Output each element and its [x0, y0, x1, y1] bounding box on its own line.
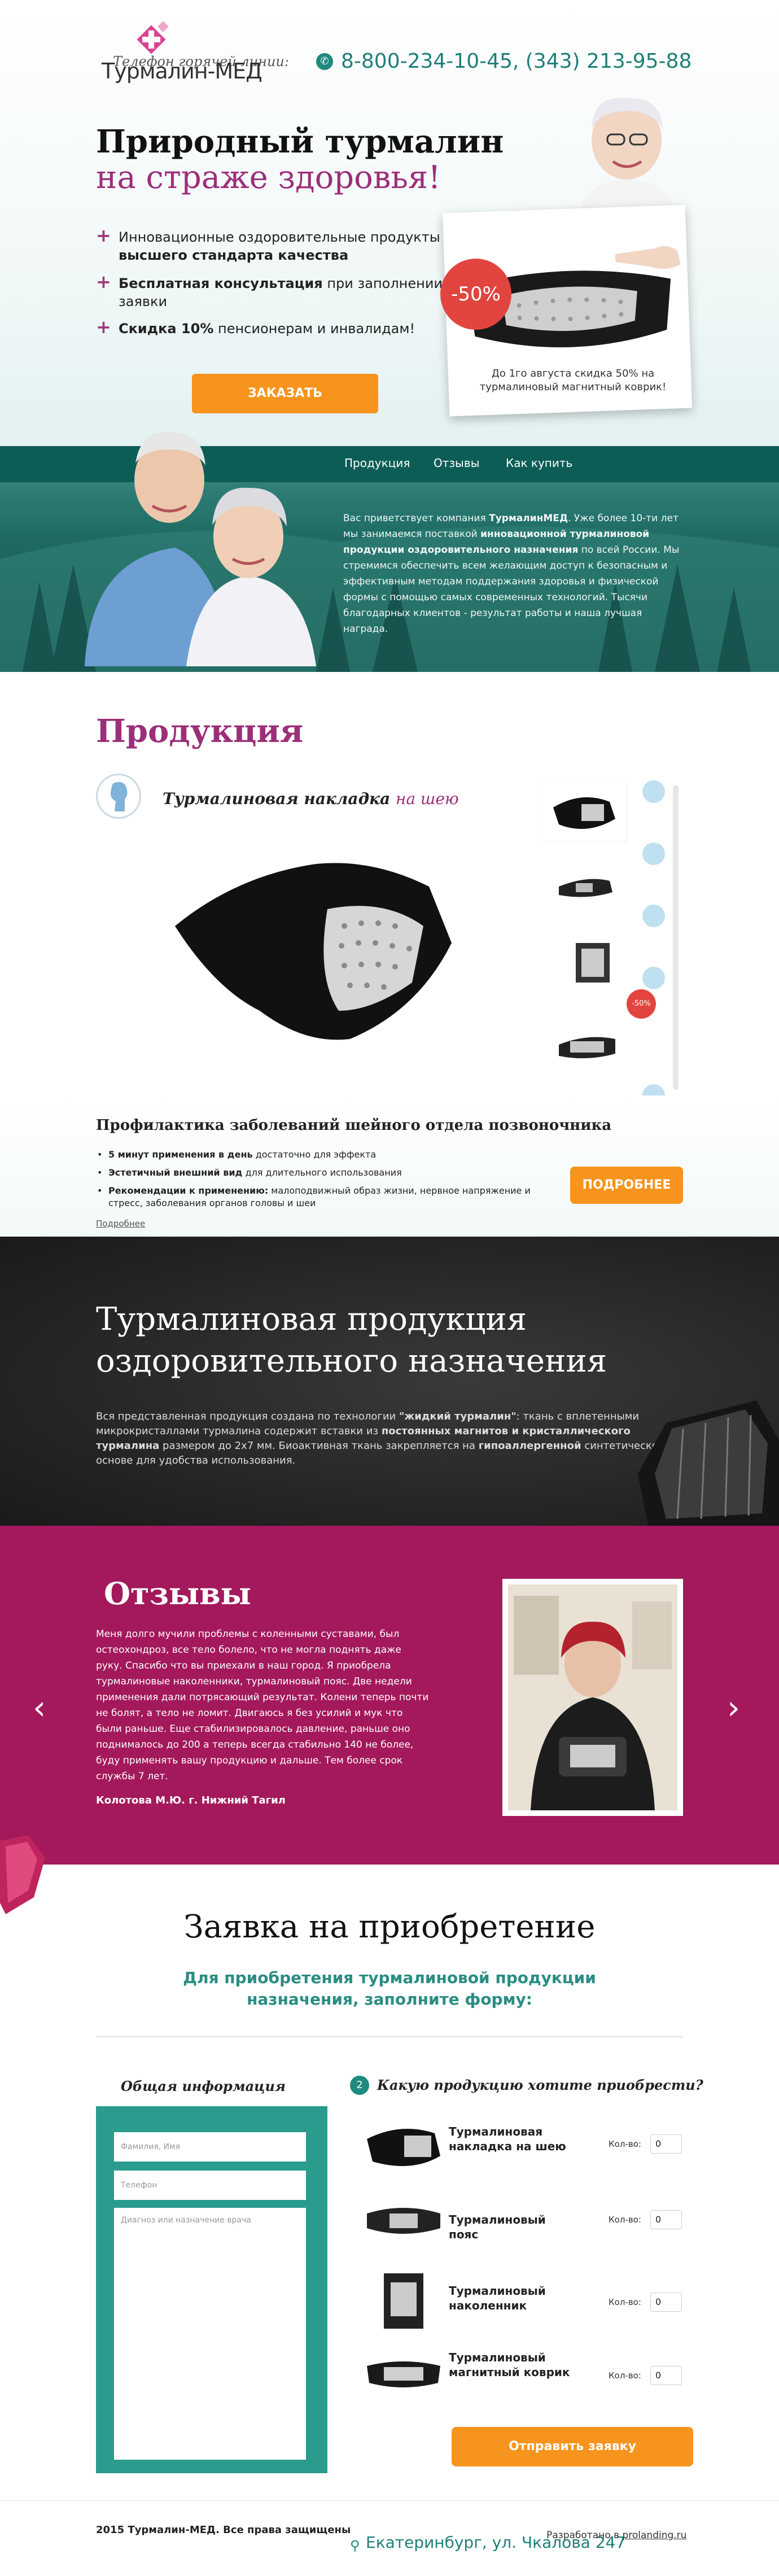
feature-item: + Инновационные оздоровительные продукты… — [96, 225, 446, 264]
knee-pad-thumb — [384, 2273, 423, 2329]
quantity-label: Кол-во: — [609, 2215, 641, 2225]
phone-icon: ✆ — [316, 53, 333, 70]
next-review-arrow[interactable]: › — [727, 1688, 740, 1727]
product-name: Турмалиновый пояс — [449, 2213, 546, 2241]
nav-item-products[interactable]: Продукция — [344, 456, 410, 470]
product-name: Турмалиновый магнитный коврик — [449, 2351, 570, 2379]
bullet-item: Эстетичный внешний вид для длительного и… — [96, 1167, 536, 1179]
neck-icon — [96, 774, 141, 819]
neck-brace-thumb — [367, 2129, 440, 2166]
discount-badge: -50% — [440, 259, 511, 330]
quantity-stepper[interactable]: 0 — [650, 2366, 682, 2385]
review-author: Колотова М.Ю. г. Нижний Тагил — [96, 1795, 286, 1806]
more-button[interactable]: ПОДРОБНЕЕ — [570, 1167, 683, 1204]
gem-decoration — [0, 1835, 45, 1914]
quantity-stepper[interactable]: 0 — [650, 2293, 682, 2312]
feature-item: + Бесплатная консультация при заполнении… — [96, 271, 446, 311]
belt-thumb — [367, 2208, 440, 2234]
general-info-heading: Общая информация — [120, 2078, 286, 2094]
product-title: Турмалиновая накладка на шею — [163, 789, 459, 808]
feature-bold: Бесплатная консультация — [119, 276, 323, 291]
logo-text[interactable]: Турмалин-МЕД — [102, 59, 262, 84]
technology-text: Вся представленная продукция создана по … — [96, 1411, 665, 1466]
product-name: Турмалиновая накладка на шею — [449, 2125, 566, 2153]
hero-title-line1: Природный турмалин — [96, 123, 504, 160]
plus-icon: + — [96, 225, 111, 246]
thumb-discount-badge: -50% — [627, 989, 656, 1019]
nav-item-reviews[interactable]: Отзывы — [434, 456, 479, 470]
quantity-label: Кол-во: — [609, 2370, 641, 2381]
thumbs-scrollbar[interactable] — [673, 785, 679, 1090]
quantity-label: Кол-во: — [609, 2139, 641, 2149]
about-text: Вас приветствует компания ТурмалинМЕД. У… — [343, 513, 680, 635]
more-link[interactable]: Подробнее — [96, 1219, 145, 1229]
quantity-stepper[interactable]: 0 — [650, 2134, 682, 2154]
products-heading: Продукция — [96, 713, 304, 750]
feature-text: пенсионерам и инвалидам! — [213, 321, 415, 337]
phone-field[interactable]: Телефон — [114, 2171, 306, 2200]
promo-text: До 1го августа скидка 50% на турмалиновы… — [479, 368, 667, 393]
footer-divider — [0, 2500, 779, 2501]
bullet-item: 5 минут применения в день достаточно для… — [96, 1149, 536, 1161]
bullet-item: Рекомендации к применению: малоподвижный… — [96, 1185, 536, 1210]
product-name: Турмалиновый наколенник — [449, 2284, 546, 2312]
hotline-phones[interactable]: 8-800-234-10-45, (343) 213-95-88 — [341, 50, 692, 73]
reviewer-photo — [502, 1579, 683, 1816]
quantity-label: Кол-во: — [609, 2297, 641, 2307]
reviews-heading: Отзывы — [104, 1575, 251, 1612]
magnetic-mat-thumb — [367, 2361, 440, 2387]
hero-title-line2: на страже здоровья! — [96, 159, 441, 196]
order-form-subheading: Для приобретения турмалиновой продукции … — [183, 1968, 596, 2009]
name-field[interactable]: Фамилия, Имя — [114, 2132, 306, 2162]
plus-icon: + — [96, 316, 111, 338]
feature-item: + Скидка 10% пенсионерам и инвалидам! — [96, 316, 446, 338]
product-thumbnails[interactable]: -50% — [541, 779, 672, 1107]
location-pin-icon: ⚲ — [350, 2538, 360, 2553]
technology-heading: Турмалиновая продукция оздоровительного н… — [96, 1301, 607, 1379]
elderly-couple-photo — [85, 432, 316, 666]
pointing-hand — [615, 246, 681, 269]
copyright-text: 2015 Турмалин-МЕД. Все права защищены — [96, 2524, 351, 2536]
diagnosis-textarea[interactable]: Диагноз или назначение врача — [114, 2208, 306, 2460]
order-form-heading: Заявка на приобретение — [183, 1909, 596, 1945]
tourmaline-crystal-image — [638, 1400, 779, 1530]
prev-review-arrow[interactable]: ‹ — [33, 1688, 46, 1727]
products-select-heading: Какую продукцию хотите приобрести? — [377, 2077, 703, 2093]
developer-link[interactable]: prolanding.ru — [622, 2530, 686, 2541]
product-description-heading: Профилактика заболеваний шейного отдела … — [96, 1117, 612, 1134]
plus-icon: + — [96, 271, 111, 292]
step-number-badge: 2 — [350, 2076, 369, 2095]
submit-order-button[interactable]: Отправить заявку — [452, 2427, 693, 2466]
developer-credit: Разработано в prolanding.ru — [546, 2530, 687, 2541]
divider — [96, 2036, 683, 2037]
feature-bold: высшего стандарта качества — [119, 247, 349, 263]
feature-bold: Скидка 10% — [119, 321, 214, 337]
nav-item-how-to-buy[interactable]: Как купить — [506, 456, 572, 470]
quantity-stepper[interactable]: 0 — [650, 2210, 682, 2229]
neck-brace-image — [175, 863, 452, 1040]
review-text: Меня долго мучили проблемы с коленными с… — [96, 1628, 429, 1782]
feature-text: Инновационные оздоровительные продукты — [119, 229, 440, 245]
